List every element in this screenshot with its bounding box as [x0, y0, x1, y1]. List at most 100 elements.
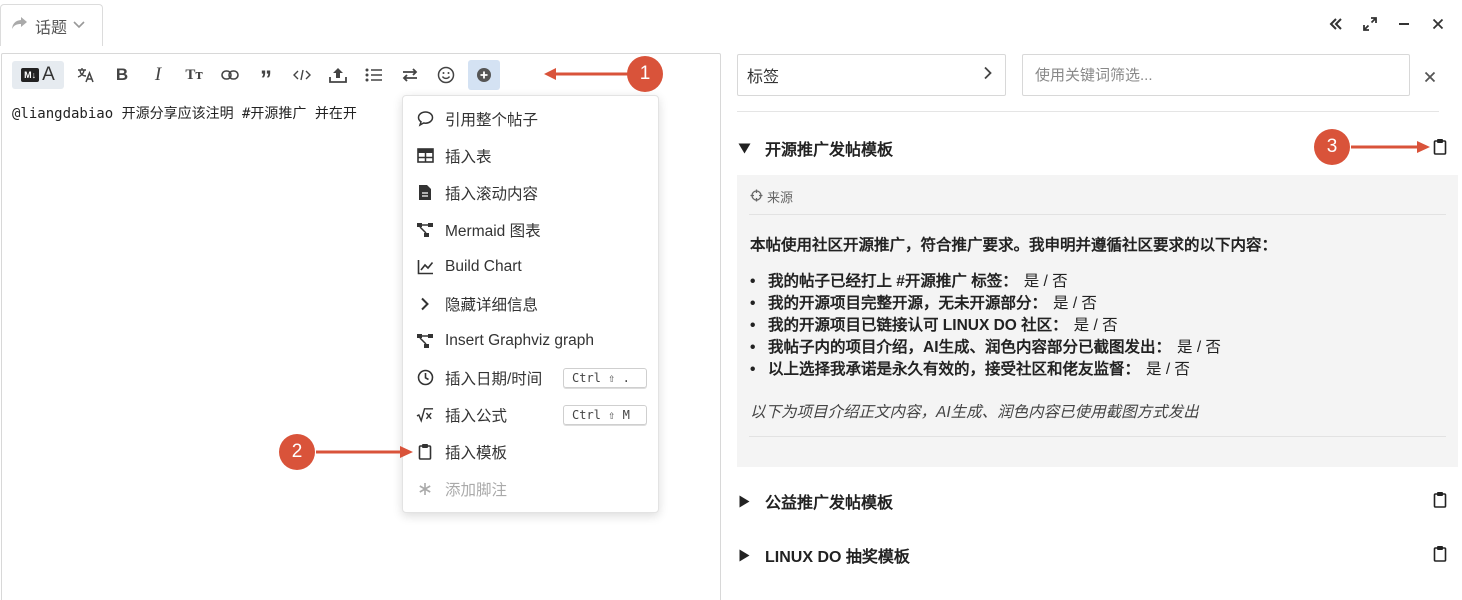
clipboard-icon[interactable] [1433, 545, 1447, 567]
menu-item-insert-table[interactable]: 插入表 [403, 137, 658, 174]
emoji-button[interactable] [428, 60, 464, 90]
emoji-icon [437, 66, 455, 84]
divider [737, 111, 1439, 112]
divider [749, 436, 1446, 437]
annotation-arrow-1 [544, 68, 629, 80]
menu-item-graphviz[interactable]: Insert Graphviz graph [403, 322, 658, 359]
shortcut-badge: Ctrl ⇧ M [563, 404, 647, 425]
table-icon [416, 147, 434, 165]
template-title: 开源推广发帖模板 [765, 142, 894, 159]
close-icon[interactable] [1428, 12, 1448, 36]
annotation-badge-2: 2 [279, 434, 315, 470]
comment-icon [416, 110, 434, 128]
expand-icon[interactable] [1360, 12, 1380, 36]
template-header[interactable]: 公益推广发帖模板 [737, 486, 1447, 516]
upload-button[interactable] [320, 60, 356, 90]
menu-item-label: Mermaid 图表 [445, 222, 541, 240]
template-header[interactable]: 开源推广发帖模板 [737, 133, 1447, 163]
rich-text-icon: A [42, 64, 55, 85]
swap-button[interactable] [392, 60, 428, 90]
line-chart-icon [416, 258, 434, 276]
menu-item-label: Insert Graphviz graph [445, 331, 595, 349]
collapse-left-icon[interactable] [1326, 12, 1346, 36]
list-item: 我的开源项目完整开源，无未开源部分： 是 / 否 [750, 293, 1221, 315]
text-size-button[interactable]: Tт [176, 60, 212, 90]
item-question: 我的帖子已经打上 #开源推广 标签： [768, 273, 1018, 290]
template-filter-input[interactable] [1022, 54, 1410, 96]
template-source[interactable]: 来源 [750, 187, 793, 206]
list-item: 我帖子内的项目介绍，AI生成、润色内容部分已截图发出： 是 / 否 [750, 337, 1221, 359]
menu-item-label: 隐藏详细信息 [445, 296, 539, 314]
template-title: 公益推广发帖模板 [765, 495, 894, 512]
swap-icon [402, 68, 418, 82]
annotation-badge-1: 1 [627, 56, 663, 92]
triangle-down-icon [737, 143, 751, 154]
editor-toolbar: M↓ A B I Tт ” [12, 60, 500, 92]
template-preview: 来源 本帖使用社区开源推广，符合推广要求。我申明并遵循社区要求的以下内容： 我的… [737, 175, 1458, 467]
menu-item-insert-scroll[interactable]: 插入滚动内容 [403, 174, 658, 211]
item-question: 以上选择我承诺是永久有效的，接受社区和佬友监督： [768, 361, 1141, 378]
editor-textarea[interactable]: @liangdabiao 开源分享应该注明 #开源推广 并在开 [12, 103, 412, 123]
asterisk-icon [416, 480, 434, 498]
chevron-right-icon [416, 295, 434, 313]
template-intro: 本帖使用社区开源推广，符合推广要求。我申明并遵循社区要求的以下内容： [750, 237, 1278, 254]
item-answer: 是 / 否 [1073, 317, 1118, 334]
clipboard-icon [416, 443, 434, 461]
markdown-toggle-button[interactable]: M↓ A [12, 61, 64, 89]
share-icon [11, 15, 29, 36]
bold-button[interactable]: B [104, 60, 140, 90]
upload-icon [329, 68, 347, 83]
menu-item-label: Build Chart [445, 257, 522, 275]
italic-icon: I [154, 64, 162, 85]
markdown-icon: M↓ [21, 68, 40, 82]
menu-item-hide-details[interactable]: 隐藏详细信息 [403, 285, 658, 322]
clipboard-icon[interactable] [1433, 491, 1447, 513]
list-icon [365, 68, 382, 82]
bold-icon: B [115, 65, 129, 84]
diagram-icon [416, 221, 434, 239]
close-panel-icon[interactable] [1421, 68, 1439, 86]
item-question: 我帖子内的项目介绍，AI生成、润色内容部分已截图发出： [768, 339, 1172, 356]
menu-item-mermaid[interactable]: Mermaid 图表 [403, 211, 658, 248]
clipboard-icon[interactable] [1433, 138, 1447, 160]
template-checklist: 我的帖子已经打上 #开源推广 标签： 是 / 否 我的开源项目完整开源，无未开源部… [750, 271, 1221, 381]
item-question: 我的开源项目完整开源，无未开源部分： [768, 295, 1048, 312]
graph-icon [416, 332, 434, 350]
translate-icon [77, 68, 94, 83]
menu-item-insert-formula[interactable]: 插入公式 Ctrl ⇧ M [403, 396, 658, 433]
annotation-arrow-2 [316, 446, 413, 458]
toolbar-options-button[interactable] [468, 60, 500, 90]
menu-item-label: 插入滚动内容 [445, 185, 539, 203]
italic-button[interactable]: I [140, 60, 176, 90]
menu-item-insert-datetime[interactable]: 插入日期/时间 Ctrl ⇧ . [403, 359, 658, 396]
menu-item-label: 引用整个帖子 [445, 111, 539, 129]
source-label: 来源 [767, 190, 794, 205]
quote-button[interactable]: ” [248, 60, 284, 92]
list-item: 以上选择我承诺是永久有效的，接受社区和佬友监督： 是 / 否 [750, 359, 1221, 381]
crosshair-icon [750, 189, 763, 205]
menu-item-build-chart[interactable]: Build Chart [403, 248, 658, 285]
menu-item-quote-post[interactable]: 引用整个帖子 [403, 100, 658, 137]
menu-item-label: 插入模板 [445, 444, 508, 462]
chevron-down-icon [73, 17, 85, 35]
plus-circle-icon [477, 68, 491, 82]
text-size-icon: Tт [185, 66, 203, 83]
translate-button[interactable] [68, 60, 104, 90]
minimize-icon[interactable] [1394, 12, 1414, 36]
menu-item-label: 插入公式 [445, 407, 508, 425]
menu-item-add-footnote[interactable]: 添加脚注 [403, 470, 658, 507]
window-controls [1326, 12, 1448, 36]
code-button[interactable] [284, 60, 320, 90]
menu-item-label: 插入表 [445, 148, 492, 166]
menu-item-insert-template[interactable]: 插入模板 [403, 433, 658, 470]
category-selector[interactable]: 标签 [737, 54, 1006, 96]
topic-dropdown[interactable]: 话题 [0, 4, 103, 46]
menu-item-label: 添加脚注 [445, 481, 508, 499]
divider [749, 214, 1446, 215]
list-button[interactable] [356, 60, 392, 90]
topic-label: 话题 [35, 19, 68, 37]
sqrt-icon [416, 406, 434, 424]
template-header[interactable]: LINUX DO 抽奖模板 [737, 540, 1447, 570]
toolbar-options-menu: 引用整个帖子 插入表 插入滚动内容 Mermaid 图表 Build Chart… [402, 95, 659, 513]
link-button[interactable] [212, 60, 248, 90]
